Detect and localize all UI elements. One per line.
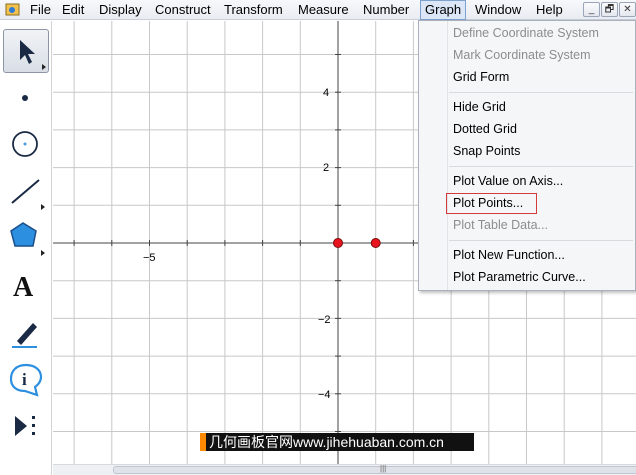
close-button[interactable]: ✕ bbox=[619, 2, 636, 17]
menu-separator bbox=[449, 240, 633, 241]
menu-plot-parametric-curve[interactable]: Plot Parametric Curve... bbox=[453, 267, 586, 287]
compass-circle-icon bbox=[12, 131, 38, 157]
menu-separator bbox=[449, 92, 633, 93]
menu-bar: File Edit Display Construct Transform Me… bbox=[0, 0, 636, 20]
menu-graph[interactable]: Graph bbox=[420, 0, 467, 20]
text-a-icon: A bbox=[13, 272, 34, 303]
custom-tool[interactable] bbox=[3, 404, 49, 448]
menu-plot-value-on-axis[interactable]: Plot Value on Axis... bbox=[453, 171, 563, 191]
menu-file[interactable]: File bbox=[26, 0, 55, 20]
text-tool[interactable]: A bbox=[3, 264, 49, 308]
menu-dotted-grid[interactable]: Dotted Grid bbox=[453, 119, 517, 139]
menu-plot-table-data: Plot Table Data... bbox=[453, 218, 548, 232]
watermark-accent-bar bbox=[200, 433, 206, 451]
watermark-banner: 几何画板官网www.jihehuaban.com.cn bbox=[200, 433, 474, 451]
custom-tools-icon bbox=[15, 416, 35, 436]
menu-hide-grid[interactable]: Hide Grid bbox=[453, 97, 506, 117]
y-tick-label-2: 2 bbox=[323, 162, 329, 174]
polygon-tool[interactable] bbox=[3, 214, 49, 258]
compass-tool[interactable] bbox=[3, 122, 49, 166]
menu-edit[interactable]: Edit bbox=[58, 0, 88, 20]
menu-grid-form[interactable]: Grid Form bbox=[453, 67, 509, 87]
horizontal-scrollbar[interactable]: ||| bbox=[53, 464, 636, 475]
menu-display[interactable]: Display bbox=[95, 0, 146, 20]
info-icon: i bbox=[9, 363, 43, 397]
sketchpad-app-icon[interactable] bbox=[5, 2, 21, 17]
menu-measure[interactable]: Measure bbox=[294, 0, 353, 20]
menu-define-coordinate-system: Define Coordinate System bbox=[453, 26, 599, 40]
arrow-icon bbox=[20, 40, 46, 70]
arrow-tool[interactable] bbox=[3, 29, 49, 73]
point-tool[interactable] bbox=[3, 76, 49, 120]
menu-gutter bbox=[447, 21, 448, 290]
marker-pen-icon bbox=[12, 323, 37, 348]
menu-construct[interactable]: Construct bbox=[151, 0, 215, 20]
scrollbar-grip-icon: ||| bbox=[380, 464, 387, 473]
svg-text:A: A bbox=[13, 272, 34, 303]
point-icon bbox=[22, 95, 28, 101]
menu-plot-points[interactable]: Plot Points... bbox=[453, 193, 523, 213]
menu-window[interactable]: Window bbox=[471, 0, 525, 20]
information-tool[interactable]: i bbox=[3, 357, 49, 401]
menu-plot-new-function[interactable]: Plot New Function... bbox=[453, 245, 565, 265]
polygon-icon bbox=[10, 222, 45, 256]
graph-dropdown-menu: Define Coordinate System Mark Coordinate… bbox=[418, 20, 636, 291]
straightedge-tool[interactable] bbox=[3, 168, 49, 212]
y-tick-label-neg4: −4 bbox=[318, 389, 331, 401]
marker-tool[interactable] bbox=[3, 311, 49, 355]
menu-snap-points[interactable]: Snap Points bbox=[453, 141, 520, 161]
menu-separator bbox=[449, 166, 633, 167]
restore-button[interactable]: 🗗 bbox=[601, 2, 618, 17]
menu-mark-coordinate-system: Mark Coordinate System bbox=[453, 48, 591, 62]
minimize-button[interactable]: _ bbox=[583, 2, 600, 17]
watermark-text: 几何画板官网www.jihehuaban.com.cn bbox=[209, 434, 444, 450]
menu-help[interactable]: Help bbox=[532, 0, 567, 20]
plotted-point-0[interactable] bbox=[333, 238, 343, 248]
line-segment-icon bbox=[11, 179, 45, 210]
toolbox: A i bbox=[0, 21, 52, 475]
menu-number[interactable]: Number bbox=[359, 0, 413, 20]
menu-transform[interactable]: Transform bbox=[220, 0, 287, 20]
y-tick-label-4: 4 bbox=[323, 87, 329, 99]
x-tick-label-neg5: −5 bbox=[143, 252, 156, 264]
svg-text:i: i bbox=[22, 370, 27, 389]
y-tick-label-neg2: −2 bbox=[318, 314, 331, 326]
scrollbar-thumb[interactable]: ||| bbox=[113, 464, 636, 474]
plotted-point-1[interactable] bbox=[370, 238, 381, 248]
